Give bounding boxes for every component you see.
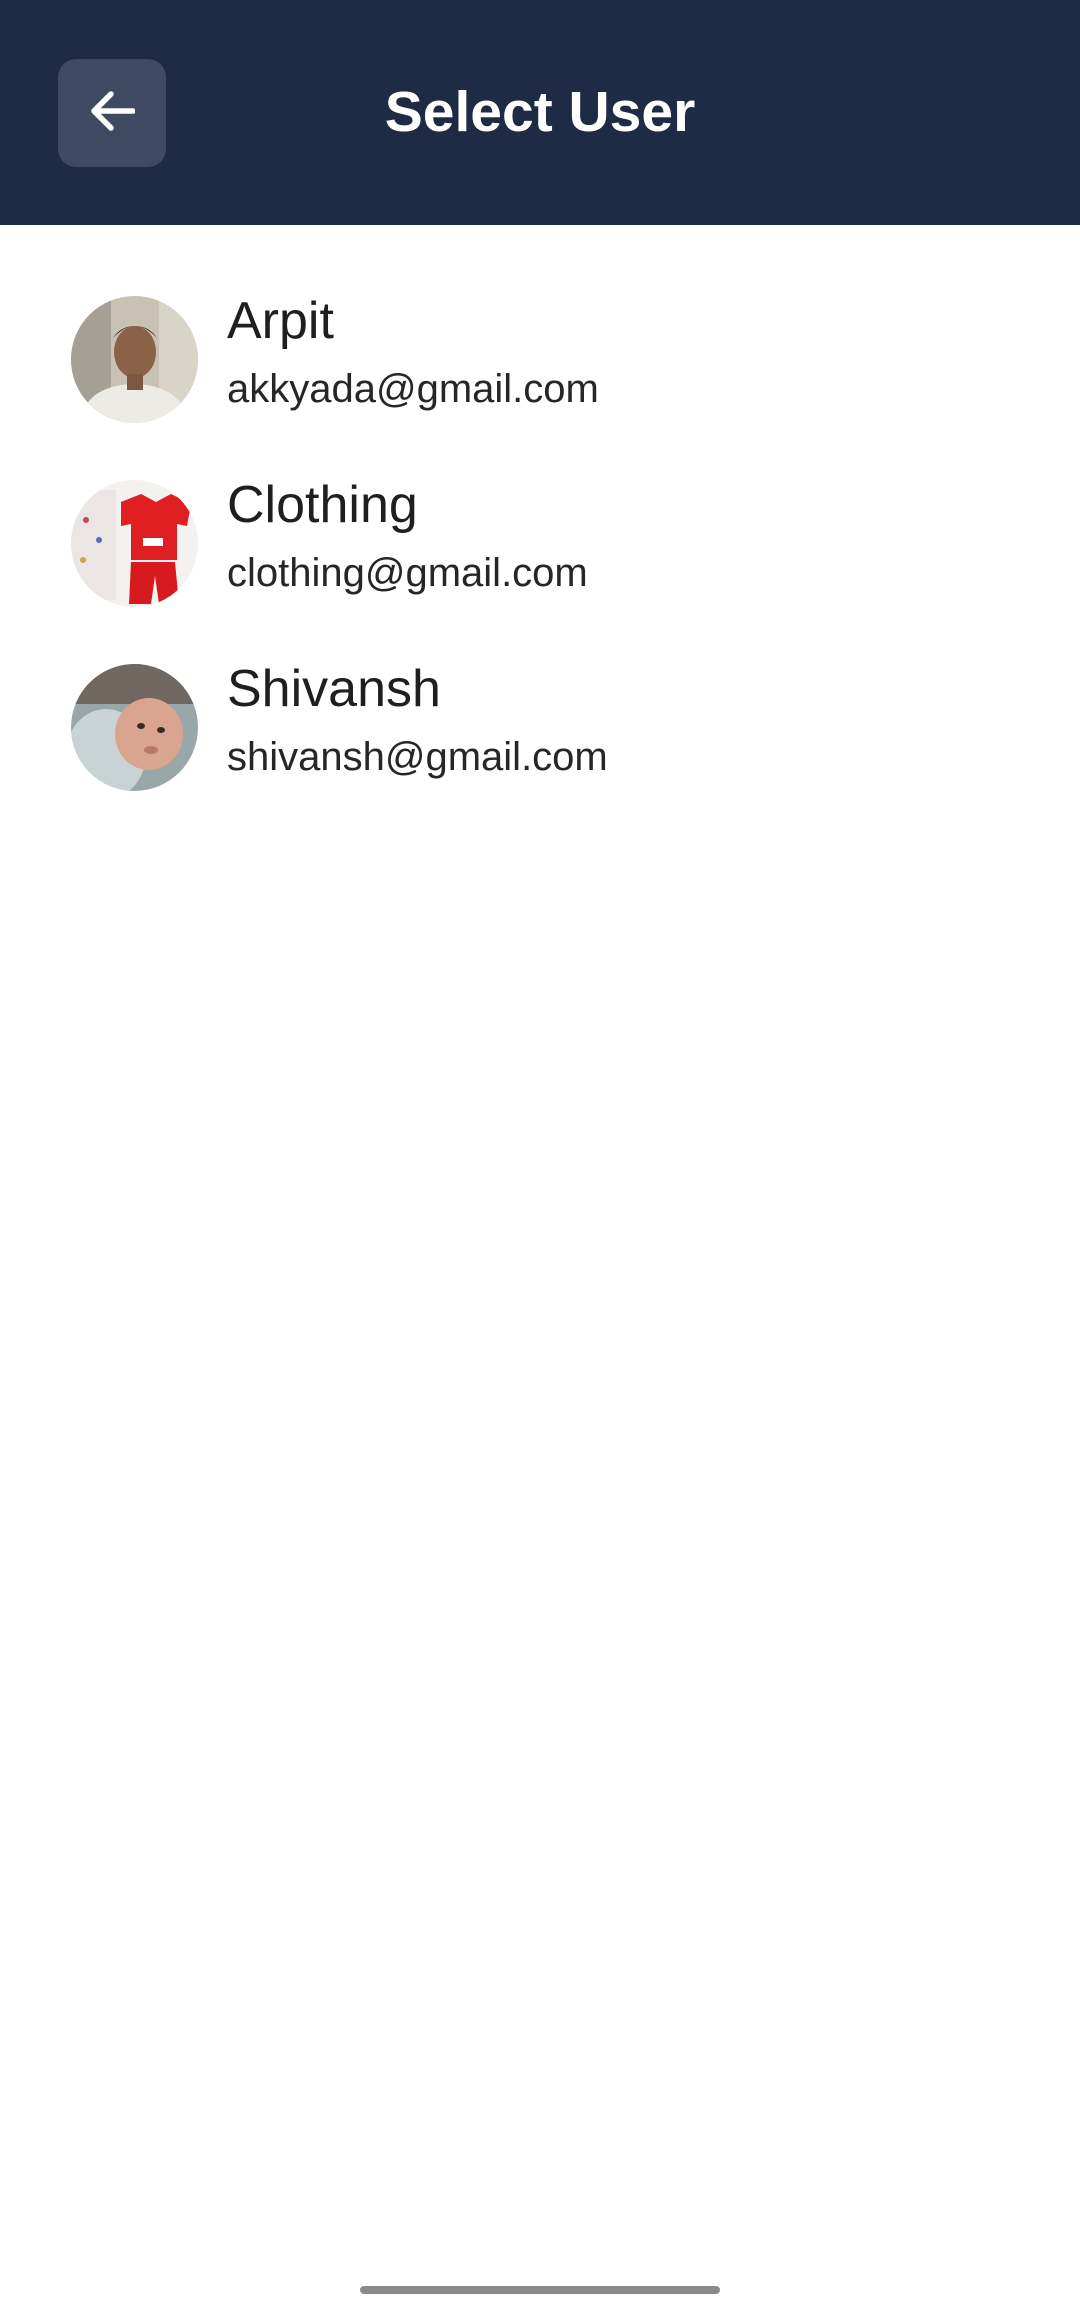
user-email: akkyada@gmail.com [227,367,599,411]
user-list-item[interactable]: Arpit akkyada@gmail.com [0,225,1080,423]
avatar [71,480,198,607]
home-indicator[interactable] [360,2286,720,2294]
user-email: clothing@gmail.com [227,551,588,595]
user-name: Clothing [227,476,418,534]
user-list-item[interactable]: Clothing clothing@gmail.com [0,409,1080,607]
user-email: shivansh@gmail.com [227,735,608,779]
arrow-left-icon [89,90,136,136]
back-button[interactable] [58,59,166,167]
avatar [71,296,198,423]
user-name: Arpit [227,292,334,350]
avatar [71,664,198,791]
user-name: Shivansh [227,660,441,718]
app-header: Select User [0,0,1080,225]
user-list-item[interactable]: Shivansh shivansh@gmail.com [0,593,1080,791]
